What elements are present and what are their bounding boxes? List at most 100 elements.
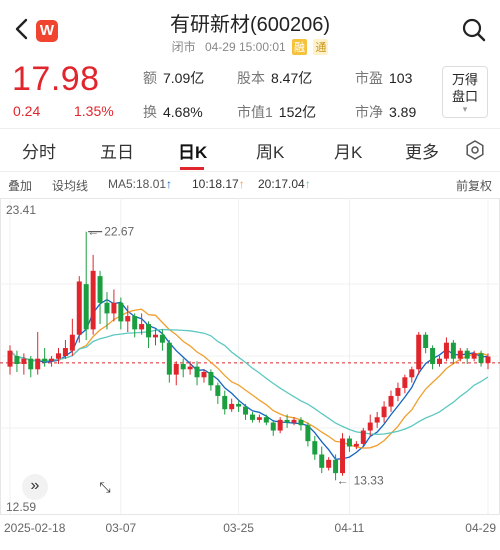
candle — [97, 270, 103, 325]
tab-daily-k[interactable]: 日K — [178, 138, 207, 163]
candle — [14, 350, 20, 372]
candle — [249, 411, 255, 423]
y-max-label: 23.41 — [6, 203, 36, 217]
candle — [416, 332, 422, 375]
candle — [173, 361, 179, 386]
candle — [367, 414, 373, 436]
candle — [166, 340, 172, 383]
candle — [464, 348, 470, 364]
candle — [69, 318, 75, 356]
connect-tag: 通 — [313, 39, 329, 55]
candle — [402, 374, 408, 394]
kline-chart[interactable]: 23.41 12.59 ← 22.67 ← 13.33 2025-02-18 03-07 03-… — [0, 198, 500, 550]
high-annotation: 22.67 — [104, 225, 134, 239]
candle — [90, 254, 96, 335]
fullscreen-icon[interactable]: ⤡ — [92, 474, 118, 500]
candle — [374, 411, 380, 428]
candle — [256, 414, 262, 423]
ma5-value: MA5:18.01↑ — [108, 177, 173, 191]
candle — [305, 422, 311, 447]
chart-tabs: 分时 五日 日K 周K 月K 更多 — [0, 128, 500, 172]
candle — [430, 345, 436, 370]
expand-icon[interactable]: » — [22, 474, 48, 500]
candle — [263, 414, 269, 426]
candle — [457, 348, 463, 362]
low-arrow: ← — [337, 473, 349, 487]
candle — [346, 435, 352, 452]
tab-monthly-k[interactable]: 月K — [334, 138, 362, 163]
price-change-pct: 1.35% — [74, 103, 114, 119]
set-ma-button[interactable]: 设均线 — [52, 177, 88, 194]
chart-grid — [0, 198, 500, 515]
indicator-bar: 叠加 设均线 MA5:18.01↑ 10:18.17↑ 20:17.04↑ 前复… — [0, 172, 500, 196]
candle — [388, 390, 394, 412]
candle — [360, 427, 366, 447]
candle — [381, 401, 387, 423]
candle — [395, 382, 401, 402]
candle — [180, 358, 186, 378]
stock-title: 有研新材(600206) — [169, 14, 331, 36]
x-axis-label: 2025-02-18 — [4, 521, 66, 535]
x-axis-label: 03-07 — [105, 521, 136, 535]
settings-icon[interactable] — [464, 139, 486, 161]
candle — [132, 313, 138, 338]
candle — [277, 417, 283, 434]
margin-tag: 融 — [292, 39, 308, 55]
candle — [76, 276, 82, 343]
candle — [83, 231, 89, 341]
candle — [319, 446, 325, 474]
y-min-label: 12.59 — [6, 500, 36, 514]
candle — [194, 361, 200, 386]
candle — [146, 321, 152, 349]
candle — [353, 441, 359, 450]
candle — [409, 366, 415, 383]
candle — [270, 419, 276, 436]
tab-five-day[interactable]: 五日 — [100, 138, 134, 163]
stat-market-cap: 市值1 152亿 — [237, 104, 317, 120]
high-arrow: ← — [87, 225, 99, 239]
tab-more[interactable]: 更多 — [405, 138, 439, 163]
candle — [312, 435, 318, 460]
candle — [21, 353, 27, 375]
candle — [55, 348, 61, 364]
market-label: 闭市 — [171, 40, 196, 54]
candle — [471, 350, 477, 362]
wande-orderbook-button[interactable]: 万得 盘口 ▾ — [442, 66, 488, 118]
x-axis-label: 03-25 — [223, 521, 254, 535]
search-icon[interactable] — [460, 16, 488, 44]
x-axis-label: 04-11 — [335, 521, 365, 535]
candle — [7, 345, 13, 375]
tab-weekly-k[interactable]: 周K — [256, 138, 284, 163]
market-status: 闭市 04-29 15:00:01 融 通 — [0, 38, 500, 55]
candle — [443, 337, 449, 362]
candle — [236, 401, 242, 412]
last-price: 17.98 — [12, 60, 100, 98]
candle — [28, 356, 34, 378]
adjust-mode-button[interactable]: 前复权 — [456, 177, 492, 194]
stat-pe: 市盈 103 — [355, 70, 413, 86]
candle — [326, 457, 332, 471]
stat-share-capital: 股本 8.47亿 — [237, 70, 313, 86]
stat-turnover: 换 4.68% — [143, 104, 203, 120]
candle — [437, 356, 443, 367]
stat-pb: 市净 3.89 — [355, 104, 417, 120]
candle — [42, 348, 48, 367]
candle — [208, 369, 214, 391]
low-annotation: 13.33 — [354, 473, 384, 487]
stat-amount: 额 7.09亿 — [143, 70, 205, 86]
candle — [215, 382, 221, 404]
overlay-button[interactable]: 叠加 — [8, 177, 32, 194]
tab-intraday[interactable]: 分时 — [22, 138, 56, 163]
candle — [35, 332, 41, 375]
candle — [62, 340, 68, 359]
chevron-down-icon: ▾ — [462, 104, 468, 114]
candle — [111, 289, 117, 322]
candle — [139, 313, 145, 335]
ma10-value: 10:18.17↑ — [192, 177, 245, 191]
x-axis-label: 04-29 — [465, 521, 496, 535]
quote-time: 04-29 15:00:01 — [204, 40, 286, 54]
axis-labels: 23.41 12.59 ← 22.67 ← 13.33 2025-02-18 03-07 03-… — [4, 203, 496, 535]
candle — [340, 433, 346, 476]
active-tab-indicator — [180, 167, 204, 170]
price-change: 0.24 — [13, 103, 41, 119]
